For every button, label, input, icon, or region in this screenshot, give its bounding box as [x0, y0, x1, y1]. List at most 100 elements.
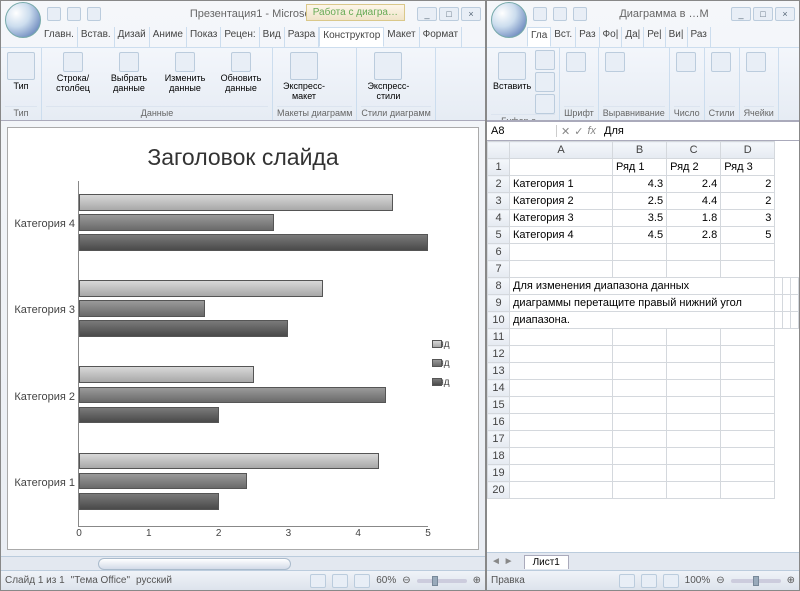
- cell[interactable]: [783, 295, 791, 312]
- column-header[interactable]: C: [667, 142, 721, 159]
- redo-icon[interactable]: [87, 7, 101, 21]
- row-header[interactable]: 4: [488, 210, 510, 227]
- bar[interactable]: [79, 214, 274, 231]
- office-button[interactable]: [5, 2, 41, 38]
- chart-type-button[interactable]: Тип: [5, 50, 37, 94]
- ribbon-tab[interactable]: Рецен:: [221, 27, 259, 47]
- cell[interactable]: [775, 295, 783, 312]
- ribbon-tab[interactable]: Дизай: [115, 27, 150, 47]
- group-button[interactable]: [603, 50, 627, 74]
- row-header[interactable]: 7: [488, 261, 510, 278]
- fx-icon[interactable]: fx: [587, 125, 596, 138]
- normal-view-icon[interactable]: [310, 574, 326, 588]
- cell[interactable]: [612, 448, 666, 465]
- cell[interactable]: [510, 482, 613, 499]
- cell[interactable]: Категория 2: [510, 193, 613, 210]
- slide-canvas[interactable]: Заголовок слайда Категория 1Категория 2К…: [7, 127, 479, 550]
- bar[interactable]: [79, 453, 379, 470]
- cell[interactable]: [791, 295, 799, 312]
- undo-icon[interactable]: [67, 7, 81, 21]
- ribbon-tab[interactable]: Ви|: [666, 27, 688, 47]
- sheet-tab-list1[interactable]: Лист1: [524, 555, 569, 569]
- cell[interactable]: [510, 261, 613, 278]
- cell[interactable]: [510, 448, 613, 465]
- cell[interactable]: [721, 329, 775, 346]
- restore-button[interactable]: □: [753, 7, 773, 21]
- slide-title[interactable]: Заголовок слайда: [18, 144, 468, 171]
- enter-icon[interactable]: ✓: [574, 125, 583, 138]
- cell[interactable]: 2.4: [667, 176, 721, 193]
- copy-icon[interactable]: [535, 72, 555, 92]
- row-header[interactable]: 16: [488, 414, 510, 431]
- chart-object[interactable]: Категория 1Категория 2Категория 3Категор…: [18, 181, 468, 545]
- cell[interactable]: диаграммы перетащите правый нижний угол: [510, 295, 775, 312]
- sorter-view-icon[interactable]: [332, 574, 348, 588]
- close-button[interactable]: ×: [461, 7, 481, 21]
- row-header[interactable]: 3: [488, 193, 510, 210]
- row-header[interactable]: 12: [488, 346, 510, 363]
- ribbon-tab[interactable]: Конструктор: [319, 27, 384, 47]
- zoom-out-icon[interactable]: ⊖: [716, 575, 724, 586]
- cell[interactable]: [667, 465, 721, 482]
- row-header[interactable]: 17: [488, 431, 510, 448]
- zoom-slider-thumb[interactable]: [753, 576, 759, 586]
- express-layout-button[interactable]: Экспресс-макет: [277, 50, 331, 104]
- row-header[interactable]: 5: [488, 227, 510, 244]
- slideshow-view-icon[interactable]: [354, 574, 370, 588]
- row-header[interactable]: 15: [488, 397, 510, 414]
- pp-horizontal-scrollbar[interactable]: [1, 556, 485, 570]
- cell[interactable]: [612, 431, 666, 448]
- bar[interactable]: [79, 387, 386, 404]
- bar[interactable]: [79, 407, 219, 424]
- legend-item[interactable]: Ряд: [432, 339, 468, 350]
- ribbon-tab[interactable]: Да|: [622, 27, 644, 47]
- cell[interactable]: [775, 278, 783, 295]
- cell[interactable]: [791, 278, 799, 295]
- bar[interactable]: [79, 493, 219, 510]
- ribbon-tab[interactable]: Разра: [285, 27, 320, 47]
- chart-plot-area[interactable]: Категория 1Категория 2Категория 3Категор…: [78, 181, 428, 527]
- cell[interactable]: [667, 482, 721, 499]
- normal-view-icon[interactable]: [619, 574, 635, 588]
- scrollbar-thumb[interactable]: [98, 558, 292, 570]
- cell[interactable]: [783, 278, 791, 295]
- cancel-icon[interactable]: ✕: [561, 125, 570, 138]
- bar[interactable]: [79, 280, 323, 297]
- group-button[interactable]: [709, 50, 733, 74]
- ribbon-tab[interactable]: Показ: [187, 27, 221, 47]
- cell[interactable]: [510, 159, 613, 176]
- zoom-slider[interactable]: [731, 579, 781, 583]
- cell[interactable]: [510, 397, 613, 414]
- zoom-percent[interactable]: 60%: [376, 575, 396, 586]
- zoom-out-icon[interactable]: ⊖: [402, 575, 410, 586]
- cell[interactable]: 2.8: [667, 227, 721, 244]
- bar[interactable]: [79, 300, 205, 317]
- cell[interactable]: [667, 448, 721, 465]
- cell[interactable]: [721, 261, 775, 278]
- cell[interactable]: [612, 346, 666, 363]
- cell[interactable]: [667, 261, 721, 278]
- cell[interactable]: 2: [721, 193, 775, 210]
- office-button[interactable]: [491, 2, 527, 38]
- ribbon-tab[interactable]: Встав.: [78, 27, 115, 47]
- cell[interactable]: Ряд 2: [667, 159, 721, 176]
- bar[interactable]: [79, 473, 247, 490]
- cell[interactable]: [612, 244, 666, 261]
- data-button[interactable]: Изменить данные: [158, 50, 212, 96]
- cell[interactable]: [510, 431, 613, 448]
- ribbon-tab[interactable]: Макет: [384, 27, 419, 47]
- row-header[interactable]: 20: [488, 482, 510, 499]
- ribbon-tab[interactable]: Главн.: [41, 27, 78, 47]
- data-button[interactable]: Строка/столбец: [46, 50, 100, 96]
- cell[interactable]: [510, 244, 613, 261]
- cell[interactable]: [667, 397, 721, 414]
- cell[interactable]: [612, 380, 666, 397]
- row-header[interactable]: 8: [488, 278, 510, 295]
- cell[interactable]: [667, 380, 721, 397]
- cell[interactable]: [612, 397, 666, 414]
- row-header[interactable]: 9: [488, 295, 510, 312]
- format-painter-icon[interactable]: [535, 94, 555, 114]
- select-all-cell[interactable]: [488, 142, 510, 159]
- row-header[interactable]: 1: [488, 159, 510, 176]
- ribbon-tab[interactable]: Раз: [688, 27, 711, 47]
